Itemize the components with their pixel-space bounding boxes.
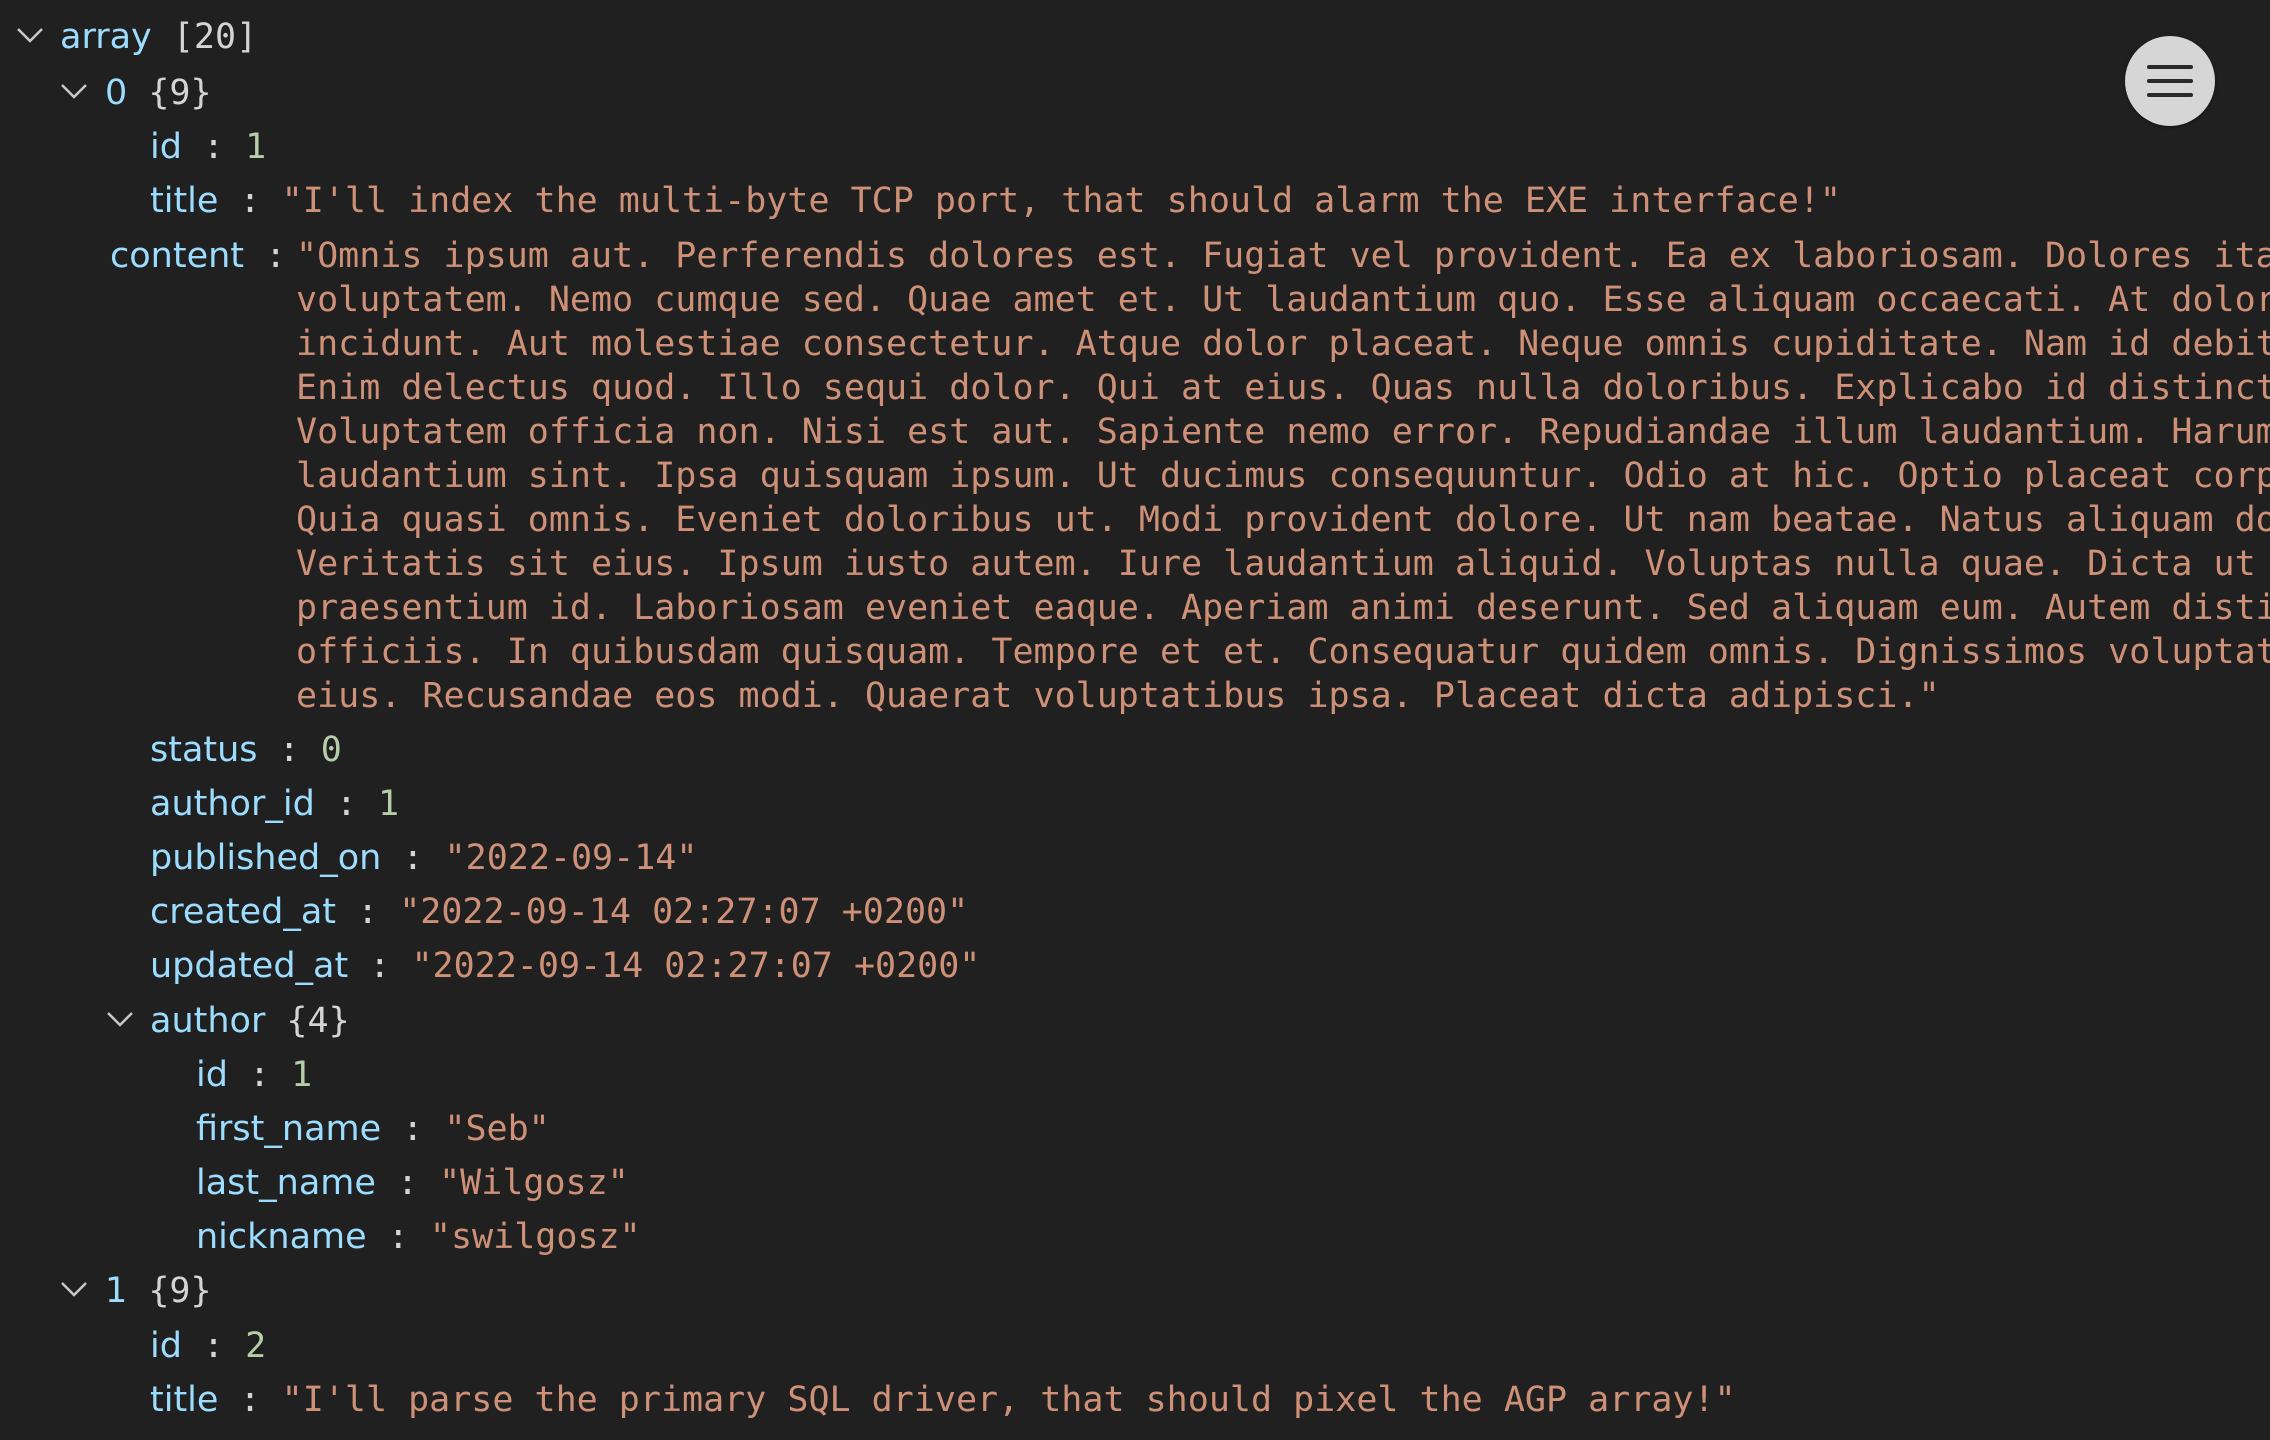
field-value: 2 — [245, 1326, 267, 1366]
menu-button[interactable] — [2125, 36, 2215, 126]
field-key: title — [150, 1380, 219, 1420]
field-value: "I'll parse the primary SQL driver, that… — [281, 1380, 1736, 1420]
chevron-down-icon[interactable] — [56, 66, 92, 120]
node-count: {9} — [148, 1271, 212, 1311]
content-line: eius. Recusandae eos modi. Quaerat volup… — [296, 676, 1940, 716]
field-row: published_on : "2022-09-14" — [150, 838, 698, 878]
content-line: voluptatem. Nemo cumque sed. Quae amet e… — [296, 280, 2270, 320]
field-key: nickname — [196, 1217, 367, 1257]
node-key: 1 — [105, 1271, 128, 1311]
field-value: "Wilgosz" — [439, 1163, 629, 1203]
field-key: first_name — [196, 1109, 382, 1149]
hamburger-menu-icon — [2147, 65, 2193, 97]
field-key: title — [150, 181, 219, 221]
field-row: created_at : "2022-09-14 02:27:07 +0200" — [150, 892, 969, 932]
field-row: id : 2 — [150, 1326, 267, 1366]
node-count: {9} — [148, 73, 212, 113]
content-line: Enim delectus quod. Illo sequi dolor. Qu… — [296, 368, 2270, 408]
content-line: officiis. In quibusdam quisquam. Tempore… — [296, 632, 2270, 672]
field-key: id — [150, 127, 182, 167]
content-line: Veritatis sit eius. Ipsum iusto autem. I… — [296, 544, 2270, 584]
field-row-content: content : — [110, 236, 287, 276]
field-row: id : 1 — [150, 127, 267, 167]
field-key: last_name — [196, 1163, 376, 1203]
chevron-down-icon[interactable] — [102, 994, 138, 1048]
field-value: 1 — [245, 127, 267, 167]
field-value: "2022-09-14 02:27:07 +0200" — [411, 946, 981, 986]
json-tree-viewer: array [20] 0 {9} id : 1 title : "I'll in… — [0, 0, 2270, 1440]
content-line: Voluptatem officia non. Nisi est aut. Sa… — [296, 412, 2270, 452]
content-line: Quia quasi omnis. Eveniet doloribus ut. … — [296, 500, 2270, 540]
field-key: created_at — [150, 892, 336, 932]
field-key: status — [150, 730, 258, 770]
field-row: updated_at : "2022-09-14 02:27:07 +0200" — [150, 946, 981, 986]
node-key: 0 — [105, 73, 128, 113]
field-row: title : "I'll index the multi-byte TCP p… — [150, 181, 1841, 221]
field-value: "I'll index the multi-byte TCP port, tha… — [281, 181, 1841, 221]
content-line: incidunt. Aut molestiae consectetur. Atq… — [296, 324, 2270, 364]
field-row: last_name : "Wilgosz" — [196, 1163, 629, 1203]
field-value: 0 — [320, 730, 342, 770]
field-key: updated_at — [150, 946, 349, 986]
node-key: author — [150, 1001, 266, 1041]
field-row: id : 1 — [196, 1055, 313, 1095]
field-key: published_on — [150, 838, 382, 878]
content-line: "Omnis ipsum aut. Perferendis dolores es… — [296, 236, 2270, 276]
node-count: [20] — [172, 17, 258, 57]
field-key: id — [150, 1326, 182, 1366]
field-key: id — [196, 1055, 228, 1095]
field-value: "swilgosz" — [429, 1217, 641, 1257]
field-value: 1 — [291, 1055, 313, 1095]
chevron-down-icon[interactable] — [12, 10, 48, 64]
content-line: praesentium id. Laboriosam eveniet eaque… — [296, 588, 2270, 628]
field-value: "Seb" — [444, 1109, 550, 1149]
field-row: status : 0 — [150, 730, 342, 770]
field-key: content — [110, 236, 245, 276]
node-key: array — [60, 17, 152, 57]
content-line: laudantium sint. Ipsa quisquam ipsum. Ut… — [296, 456, 2270, 496]
node-count: {4} — [286, 1001, 350, 1041]
chevron-down-icon[interactable] — [56, 1264, 92, 1318]
field-value: 1 — [378, 784, 400, 824]
field-row: first_name : "Seb" — [196, 1109, 550, 1149]
field-row: title : "I'll parse the primary SQL driv… — [150, 1380, 1736, 1420]
field-value: "2022-09-14" — [444, 838, 698, 878]
field-row: nickname : "swilgosz" — [196, 1217, 641, 1257]
field-value: "2022-09-14 02:27:07 +0200" — [399, 892, 969, 932]
field-row: author_id : 1 — [150, 784, 400, 824]
field-key: author_id — [150, 784, 315, 824]
